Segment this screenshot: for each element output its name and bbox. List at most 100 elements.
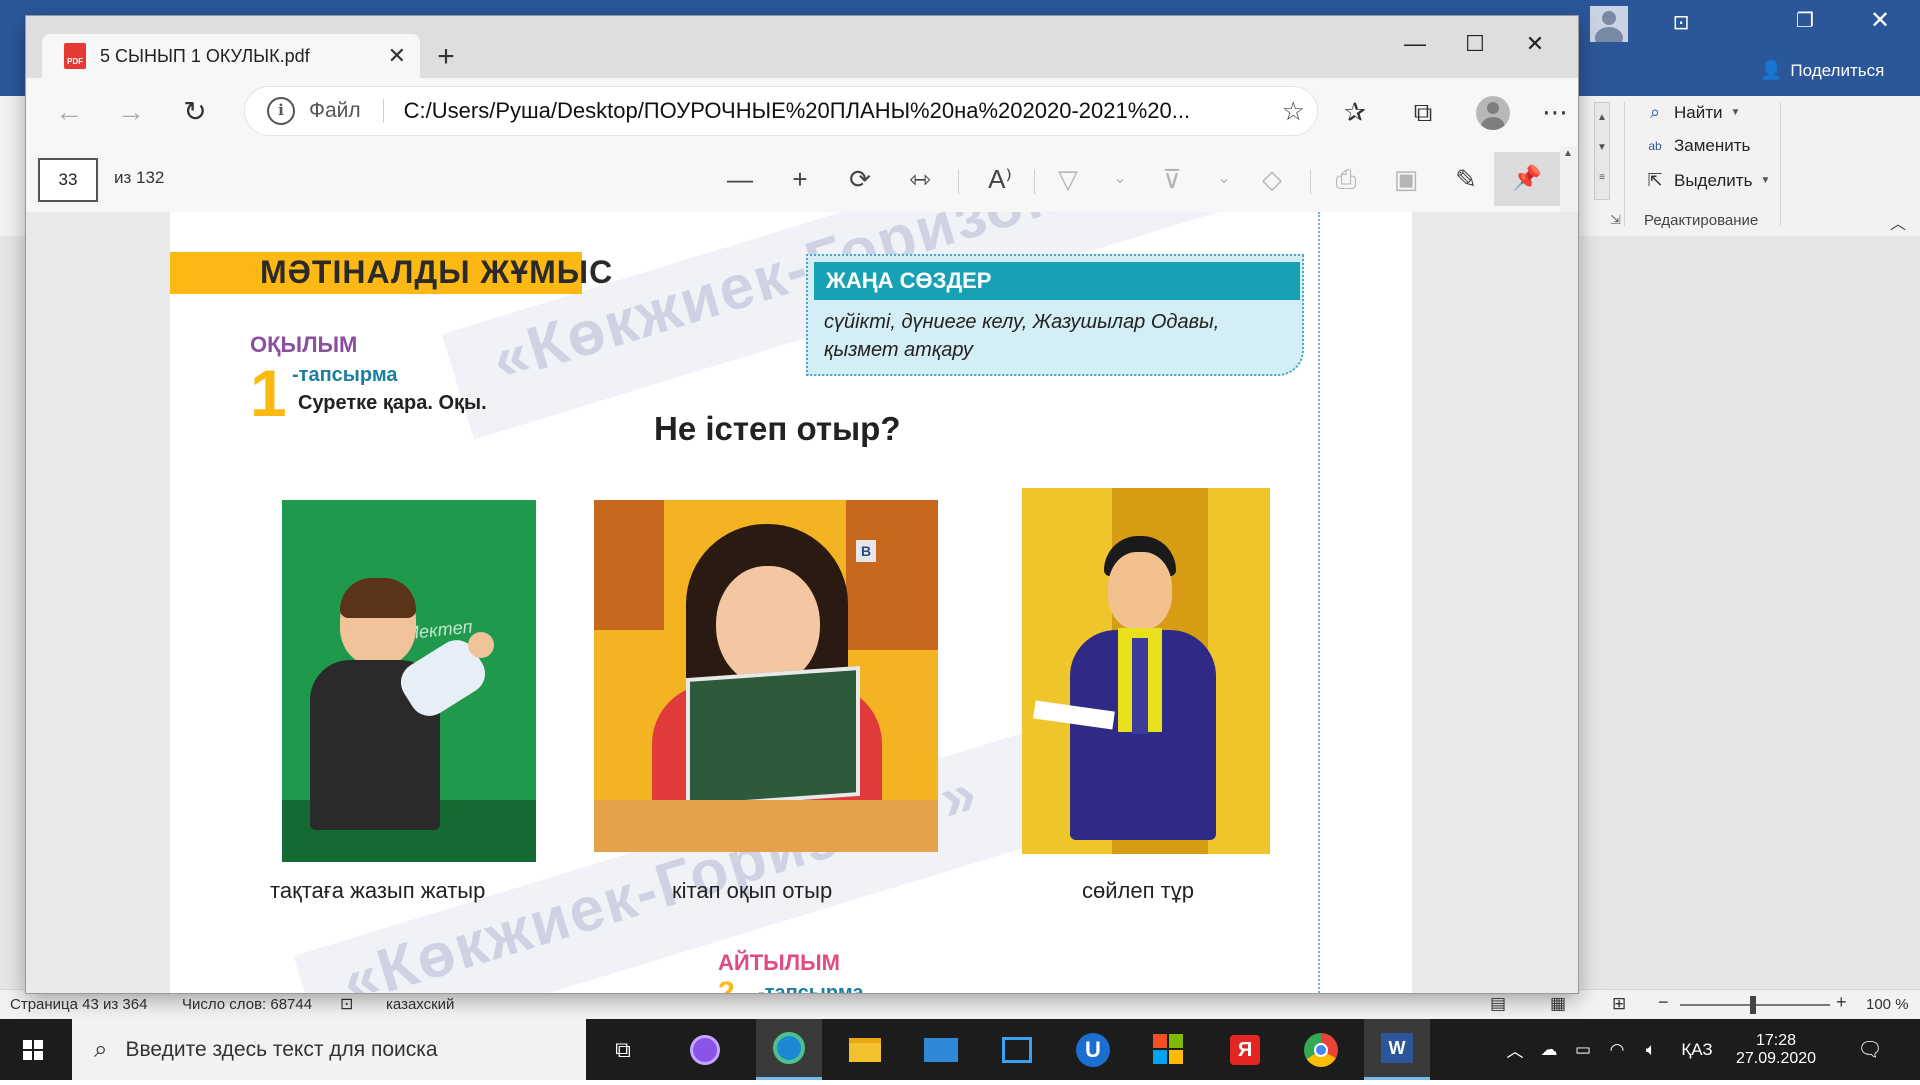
find-button[interactable]: ⌕ Найти ▼ — [1644, 102, 1740, 123]
assistant-app-icon[interactable] — [672, 1019, 738, 1080]
refresh-icon[interactable]: ↻ — [172, 90, 218, 136]
notifications-icon[interactable]: 🗨︎ — [1850, 1019, 1890, 1080]
zoom-slider[interactable] — [1680, 996, 1830, 1014]
zoom-level[interactable]: 100 % — [1866, 996, 1909, 1013]
status-words[interactable]: Число слов: 68744 — [182, 996, 312, 1013]
share-button[interactable]: 👤 Поделиться — [1760, 60, 1884, 81]
zoom-in-icon[interactable]: + — [780, 160, 820, 200]
print-icon[interactable]: ⎙ — [1326, 160, 1366, 200]
web-layout-icon[interactable]: ⊞ — [1612, 994, 1626, 1014]
chevron-down-icon[interactable]: ⌄ — [1100, 160, 1140, 200]
reading-heading: ОҚЫЛЫМ — [250, 332, 358, 357]
app-window-icon[interactable] — [984, 1019, 1050, 1080]
mail-app-icon[interactable] — [908, 1019, 974, 1080]
collapse-ribbon-icon[interactable]: ︿ — [1890, 210, 1906, 234]
chevron-down-icon: ▼ — [1760, 175, 1771, 186]
save-as-icon[interactable]: ✎ — [1446, 160, 1486, 200]
onedrive-icon[interactable]: ☁ — [1534, 1019, 1564, 1080]
more-menu-icon[interactable]: ⋯ — [1538, 90, 1572, 136]
volume-icon[interactable]: 🔈︎ — [1636, 1019, 1666, 1080]
input-language[interactable]: ҚАЗ — [1672, 1019, 1722, 1080]
status-page[interactable]: Страница 43 из 364 — [10, 996, 147, 1013]
speaking-heading: АЙТЫЛЫМ — [718, 950, 840, 975]
ribbon-divider — [1780, 102, 1781, 226]
pdf-viewport[interactable]: «Көкжиек-Горизонт» «Көкжиек-Горизонт» МӘ… — [26, 212, 1578, 993]
page-number-input[interactable]: 33 — [38, 158, 98, 202]
word-app-icon[interactable]: W — [1364, 1019, 1430, 1080]
share-label: Поделиться — [1790, 60, 1885, 80]
show-hidden-icons[interactable]: ︿ — [1500, 1019, 1530, 1080]
scroll-up-icon[interactable]: ▲ — [1563, 148, 1573, 159]
windows-start-icon[interactable] — [0, 1019, 66, 1080]
u-app-icon[interactable]: U — [1060, 1019, 1126, 1080]
edge-app-icon[interactable] — [756, 1019, 822, 1080]
zoom-out-icon[interactable]: − — [1658, 992, 1669, 1013]
word-close-icon[interactable]: ✕ — [1870, 6, 1890, 35]
group-dialog-launcher-icon[interactable]: ⇲ — [1610, 212, 1621, 228]
word-status-bar: Страница 43 из 364 Число слов: 68744 ⊡ к… — [0, 989, 1920, 1020]
save-icon[interactable]: ▣ — [1386, 160, 1426, 200]
file-label: Файл — [309, 99, 384, 123]
zoom-slider-thumb[interactable] — [1750, 996, 1756, 1014]
status-language[interactable]: казахский — [386, 996, 454, 1013]
maximize-icon[interactable]: ☐ — [1446, 24, 1504, 64]
edge-tab-strip: PDF 5 СЫНЫП 1 ОКУЛЫК.pdf ✕ + — ☐ ✕ — [26, 16, 1578, 78]
address-field[interactable]: i Файл C:/Users/Руша/Desktop/ПОУРОЧНЫЕ%2… — [244, 86, 1318, 136]
windows-taskbar: ⌕ Введите здесь текст для поиска ⧉ U Я W… — [0, 1019, 1920, 1080]
battery-icon[interactable]: ▭ — [1568, 1019, 1598, 1080]
main-question: Не істеп отыр? — [654, 410, 901, 447]
user-account-icon[interactable] — [1590, 6, 1628, 42]
minimize-icon[interactable]: — — [1386, 24, 1444, 64]
ribbon-display-options-icon[interactable]: ⊡ — [1664, 8, 1698, 38]
chevron-down-icon: ▼ — [1730, 107, 1741, 118]
book-letter: B — [856, 540, 876, 562]
dotted-guide — [1318, 212, 1320, 993]
draw-icon[interactable]: ▽ — [1048, 160, 1088, 200]
rotate-icon[interactable]: ⟳ — [840, 160, 880, 200]
zoom-out-icon[interactable]: — — [720, 160, 760, 200]
close-tab-icon[interactable]: ✕ — [388, 43, 406, 69]
forward-arrow-icon[interactable]: → — [108, 90, 154, 136]
proofing-icon[interactable]: ⊡ — [340, 994, 353, 1014]
pin-toolbar-icon[interactable]: 📌 — [1494, 152, 1560, 206]
page-total: из 132 — [114, 168, 165, 187]
info-icon[interactable]: i — [267, 97, 295, 125]
new-words-box: ЖАҢА СӨЗДЕР сүйікті, дүниеге келу, Жазуш… — [806, 254, 1304, 376]
task-label: -тапсырма — [292, 364, 398, 386]
url-text[interactable]: C:/Users/Руша/Desktop/ПОУРОЧНЫЕ%20ПЛАНЫ%… — [404, 98, 1254, 124]
replace-button[interactable]: ab Заменить — [1644, 136, 1750, 156]
read-mode-icon[interactable]: ▤ — [1490, 994, 1506, 1014]
print-layout-icon[interactable]: ▦ — [1550, 994, 1566, 1014]
favorites-icon[interactable]: ✰ — [1332, 90, 1378, 136]
file-explorer-icon[interactable] — [832, 1019, 898, 1080]
close-window-icon[interactable]: ✕ — [1506, 24, 1564, 64]
zoom-in-icon[interactable]: + — [1836, 992, 1847, 1013]
browser-tab[interactable]: PDF 5 СЫНЫП 1 ОКУЛЫК.pdf ✕ — [42, 34, 420, 78]
yandex-browser-icon[interactable]: Я — [1212, 1019, 1278, 1080]
highlight-icon[interactable]: ⊽ — [1152, 160, 1192, 200]
fit-width-icon[interactable]: ⇿ — [900, 160, 940, 200]
caption-3: сөйлеп тұр — [1082, 878, 1194, 903]
read-aloud-icon[interactable]: A⁾ — [980, 160, 1020, 200]
collections-icon[interactable]: ⧉ — [1400, 90, 1446, 136]
toolbar-divider — [1310, 170, 1311, 194]
open-book — [686, 665, 860, 809]
ribbon-scroll[interactable]: ▲ ▼ ≡ — [1594, 102, 1610, 200]
star-icon[interactable]: ☆ — [1282, 96, 1305, 127]
word-restore-icon[interactable]: ❐ — [1796, 8, 1814, 33]
edge-window: PDF 5 СЫНЫП 1 ОКУЛЫК.pdf ✕ + — ☐ ✕ ← → ↻… — [26, 16, 1578, 993]
new-tab-button[interactable]: + — [426, 38, 466, 78]
select-button[interactable]: ⇱ Выделить ▼ — [1644, 170, 1770, 191]
colorful-app-icon[interactable] — [1136, 1019, 1202, 1080]
chrome-app-icon[interactable] — [1288, 1019, 1354, 1080]
back-arrow-icon[interactable]: ← — [46, 90, 92, 136]
taskbar-search-box[interactable]: ⌕ Введите здесь текст для поиска — [72, 1019, 586, 1080]
eraser-icon[interactable]: ◇ — [1252, 160, 1292, 200]
clock[interactable]: 17:28 27.09.2020 — [1728, 1019, 1824, 1080]
caption-1: тақтаға жазып жатыр — [270, 878, 486, 903]
wifi-icon[interactable]: ◠ — [1602, 1019, 1632, 1080]
new-words-text: сүйікті, дүниеге келу, Жазушылар Одавы, … — [824, 311, 1220, 361]
chevron-down-icon[interactable]: ⌄ — [1204, 160, 1244, 200]
profile-button[interactable] — [1470, 90, 1516, 136]
task-view-icon[interactable]: ⧉ — [590, 1019, 656, 1080]
